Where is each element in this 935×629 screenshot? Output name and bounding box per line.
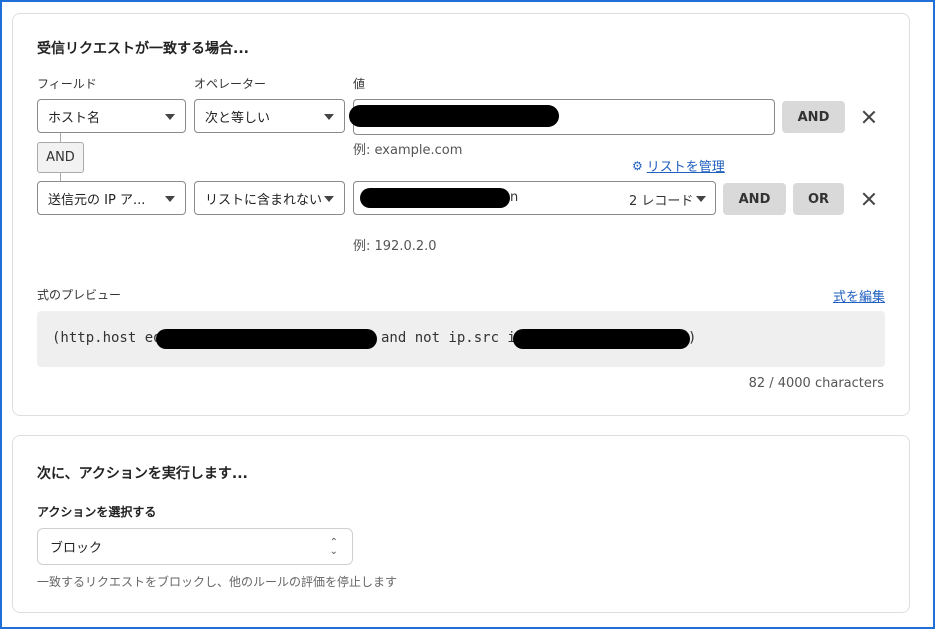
ip-list-select[interactable]: n 2 レコード [353, 181, 716, 215]
chevron-down-icon [696, 196, 706, 202]
expression-part-host: (http.host eq [52, 330, 162, 346]
manage-list-label: リストを管理 [646, 160, 725, 175]
field-select-source-ip[interactable]: 送信元の IP ア... [37, 181, 186, 215]
operator-select-not-in-list[interactable]: リストに含まれない [194, 181, 345, 215]
action-select-label: アクションを選択する [37, 505, 157, 519]
field-select-value: 送信元の IP ア... [48, 192, 146, 208]
field-select-hostname[interactable]: ホスト名 [37, 99, 186, 133]
character-count: 82 / 4000 characters [748, 376, 884, 391]
list-name-suffix: n [510, 190, 519, 205]
chevron-down-icon [165, 114, 175, 120]
operator-select-value: リストに含まれない [205, 192, 323, 208]
redacted-value [349, 105, 559, 127]
redacted-list-name [360, 188, 510, 208]
row1-and-button[interactable]: AND [782, 101, 845, 133]
rule-title: 受信リクエストが一致する場合... [37, 41, 249, 57]
record-count: 2 レコード [629, 194, 694, 209]
expression-preview-box: (http.host eq and not ip.src in ) [37, 311, 885, 367]
and-chip: AND [37, 142, 84, 173]
action-title: 次に、アクションを実行します... [37, 466, 248, 482]
connector-line-bottom [60, 173, 61, 181]
edit-expression-link[interactable]: 式を編集 [833, 286, 885, 305]
chevron-down-icon [324, 114, 334, 120]
action-select-value: ブロック [50, 541, 103, 556]
row1-remove-close-icon[interactable] [862, 110, 876, 124]
operator-column-label: オペレーター [194, 77, 267, 91]
redacted-hostname [156, 329, 377, 349]
field-select-value: ホスト名 [48, 110, 101, 126]
row2-and-button[interactable]: AND [723, 183, 786, 215]
field-column-label: フィールド [37, 77, 97, 91]
value-column-label: 値 [353, 77, 366, 91]
chevron-updown-icon: ⌃ ⌄ [329, 537, 338, 557]
manage-list-link[interactable]: ⚙ リストを管理 [632, 156, 725, 176]
operator-select-equals[interactable]: 次と等しい [194, 99, 345, 133]
row2-or-button[interactable]: OR [793, 183, 844, 215]
chevron-down-icon [165, 196, 175, 202]
settings-gear-icon: ⚙ [632, 158, 643, 173]
redacted-list [513, 329, 690, 349]
ip-example-hint: 例: 192.0.2.0 [353, 239, 437, 254]
chevron-down-icon [324, 196, 334, 202]
action-description: 一致するリクエストをブロックし、他のルールの評価を停止します [37, 575, 398, 589]
operator-select-value: 次と等しい [205, 110, 271, 126]
expression-part-close: ) [688, 330, 697, 346]
hostname-value-input[interactable] [349, 99, 775, 135]
hostname-example-hint: 例: example.com [353, 143, 463, 158]
connector-line-top [60, 133, 61, 142]
row2-remove-close-icon[interactable] [862, 192, 876, 206]
expression-preview-label: 式のプレビュー [37, 288, 122, 302]
action-select[interactable]: ブロック ⌃ ⌄ [37, 528, 353, 565]
expression-part-ip: and not ip.src in [381, 330, 525, 346]
